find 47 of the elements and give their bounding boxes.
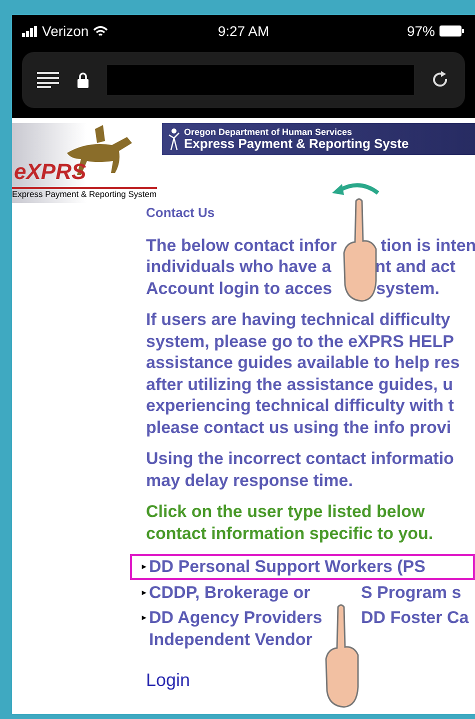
login-link[interactable]: Login: [146, 670, 190, 692]
text-line: Independent Vendor: [149, 628, 312, 650]
text-line: please contact us using the info provi: [146, 416, 452, 438]
text-line: DD Foster Ca: [361, 607, 469, 628]
text-line: may delay response time.: [146, 470, 353, 491]
logo-tagline: Express Payment & Reporting System: [12, 187, 157, 200]
clock-time: 9:27 AM: [218, 22, 270, 40]
signal-icon: [22, 26, 38, 36]
contact-link[interactable]: ▸ DD Agency Providers DD Foster Ca Independent Vendor: [130, 605, 475, 652]
battery-percent: 97%: [406, 22, 435, 40]
bullet-icon: ▸: [142, 613, 146, 623]
url-field[interactable]: [107, 65, 414, 95]
contact-link[interactable]: ▸ CDDP, Brokerage or S Program s: [130, 580, 475, 605]
battery-icon: [439, 25, 465, 37]
hand-pointer-icon: [324, 603, 360, 709]
text-line: system, please go to the eXPRS HELP: [146, 330, 454, 352]
page-heading: Contact Us: [146, 204, 216, 222]
text-line: after utilizing the assistance guides, u: [146, 374, 454, 395]
lock-icon: [77, 72, 89, 88]
text-line: The below contact infor: [146, 234, 337, 256]
contact-link[interactable]: ▸ DD Personal Support Workers (PS: [130, 554, 475, 580]
text-line: assistance guides available to help res: [146, 352, 460, 374]
text-line: experiencing technical difficulty with t: [146, 395, 454, 416]
text-line: Account login to acces: [146, 278, 332, 299]
system-name: Express Payment & Reporting Syste: [184, 137, 409, 150]
wifi-icon: [92, 26, 108, 36]
person-icon: [168, 127, 180, 151]
text-line: If users are having technical difficulty: [146, 309, 450, 330]
hand-pointer-icon: [342, 197, 378, 303]
bullet-icon: ▸: [142, 588, 146, 598]
text-line: Using the incorrect contact informatio: [146, 448, 454, 470]
bullet-icon: ▸: [142, 562, 146, 572]
agency-name: Oregon Department of Human Services: [184, 128, 354, 137]
text-line: system.: [376, 278, 440, 299]
text-line: nt and act: [375, 256, 456, 278]
carrier-name: Verizon: [42, 22, 89, 40]
text-line: Click on the user type listed below: [146, 501, 425, 522]
text-line: individuals who have a: [146, 256, 332, 278]
text-line: CDDP, Brokerage or: [149, 582, 312, 603]
menu-icon[interactable]: [37, 72, 59, 88]
swipe-arrow-icon: [330, 181, 380, 197]
text-line: S Program s: [361, 582, 462, 603]
logo-wordmark: eXPRS: [14, 161, 86, 183]
text-line: tion is inten: [380, 234, 475, 256]
text-line: DD Agency Providers: [149, 607, 323, 628]
text-line: DD Personal Support Workers (PS: [149, 556, 426, 578]
text-line: contact information specific to you.: [146, 522, 434, 544]
